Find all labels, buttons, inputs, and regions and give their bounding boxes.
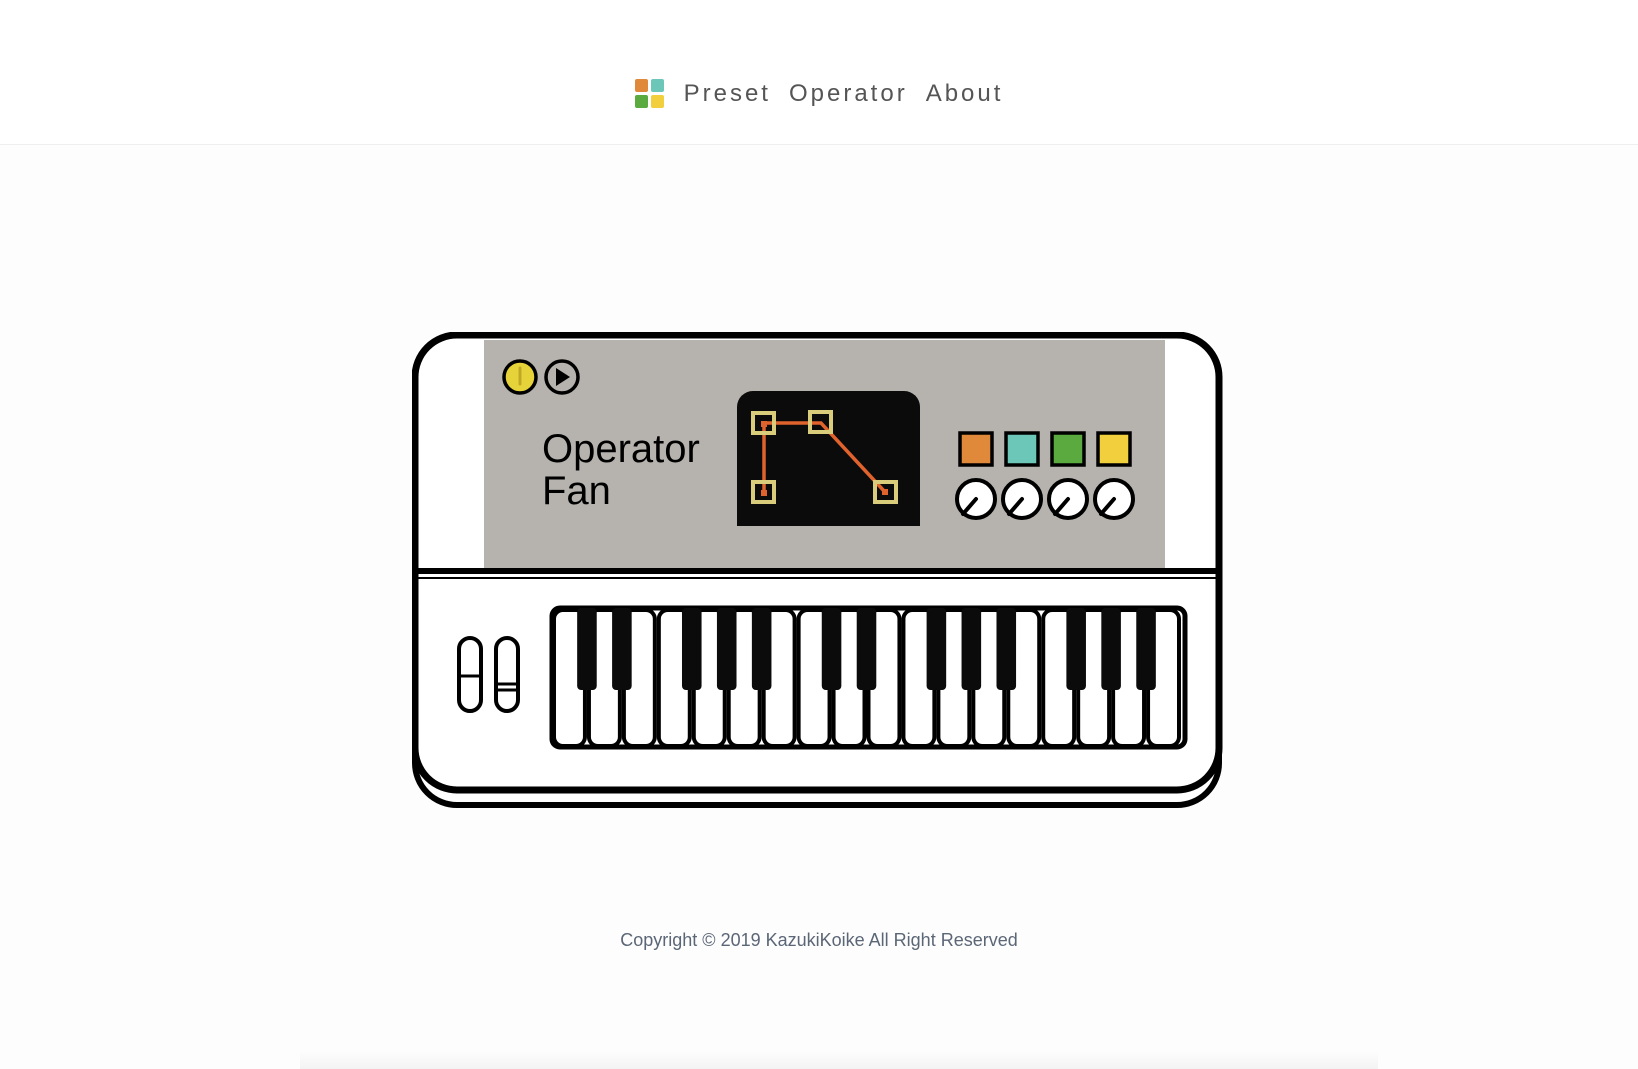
logo-tile-teal (650, 78, 664, 92)
knob-2[interactable] (1001, 478, 1043, 520)
synth-title-line1: Operator (542, 427, 700, 471)
black-key[interactable] (1136, 608, 1156, 690)
site-footer: Copyright © 2019 KazukiKoike All Right R… (0, 930, 1638, 951)
pad-yellow[interactable] (1096, 431, 1132, 467)
black-key[interactable] (821, 608, 842, 690)
knob-4[interactable] (1093, 478, 1135, 520)
synthesizer-illustration: Operator Fan (412, 332, 1223, 808)
play-icon[interactable] (544, 359, 580, 395)
black-key[interactable] (716, 608, 737, 690)
nav-link-operator[interactable]: Operator (789, 80, 908, 108)
black-key[interactable] (926, 608, 947, 690)
site-header: Preset Operator About (0, 0, 1638, 145)
nav-link-about[interactable]: About (926, 80, 1004, 108)
logo-icon[interactable] (634, 78, 664, 108)
synth-title-line2: Fan (542, 469, 611, 513)
pitch-wheel[interactable] (457, 636, 483, 713)
black-key[interactable] (1066, 608, 1086, 690)
black-key[interactable] (1101, 608, 1121, 690)
logo-tile-orange (634, 78, 648, 92)
black-key[interactable] (612, 608, 632, 690)
pad-green[interactable] (1050, 431, 1086, 467)
copyright-text: Copyright © 2019 KazukiKoike All Right R… (620, 930, 1018, 950)
page: Preset Operator About Operator Fan Copyr… (0, 0, 1638, 1069)
knob-1[interactable] (955, 478, 997, 520)
mod-wheel[interactable] (494, 636, 520, 713)
power-icon[interactable] (502, 359, 538, 395)
knob-3[interactable] (1047, 478, 1089, 520)
pad-orange[interactable] (958, 431, 994, 467)
main-nav: Preset Operator About (0, 78, 1638, 108)
logo-tile-green (634, 94, 648, 108)
black-key[interactable] (961, 608, 982, 690)
black-key[interactable] (996, 608, 1017, 690)
hero-synth-illustration: Operator Fan (412, 332, 1232, 812)
bottom-edge-shadow (300, 1051, 1378, 1069)
nav-link-preset[interactable]: Preset (684, 80, 771, 108)
piano-keyboard (549, 605, 1188, 750)
envelope-screen (737, 391, 920, 526)
black-key[interactable] (577, 608, 597, 690)
black-key[interactable] (751, 608, 772, 690)
logo-tile-yellow (650, 94, 664, 108)
black-key[interactable] (681, 608, 702, 690)
black-key[interactable] (856, 608, 877, 690)
pad-teal[interactable] (1004, 431, 1040, 467)
